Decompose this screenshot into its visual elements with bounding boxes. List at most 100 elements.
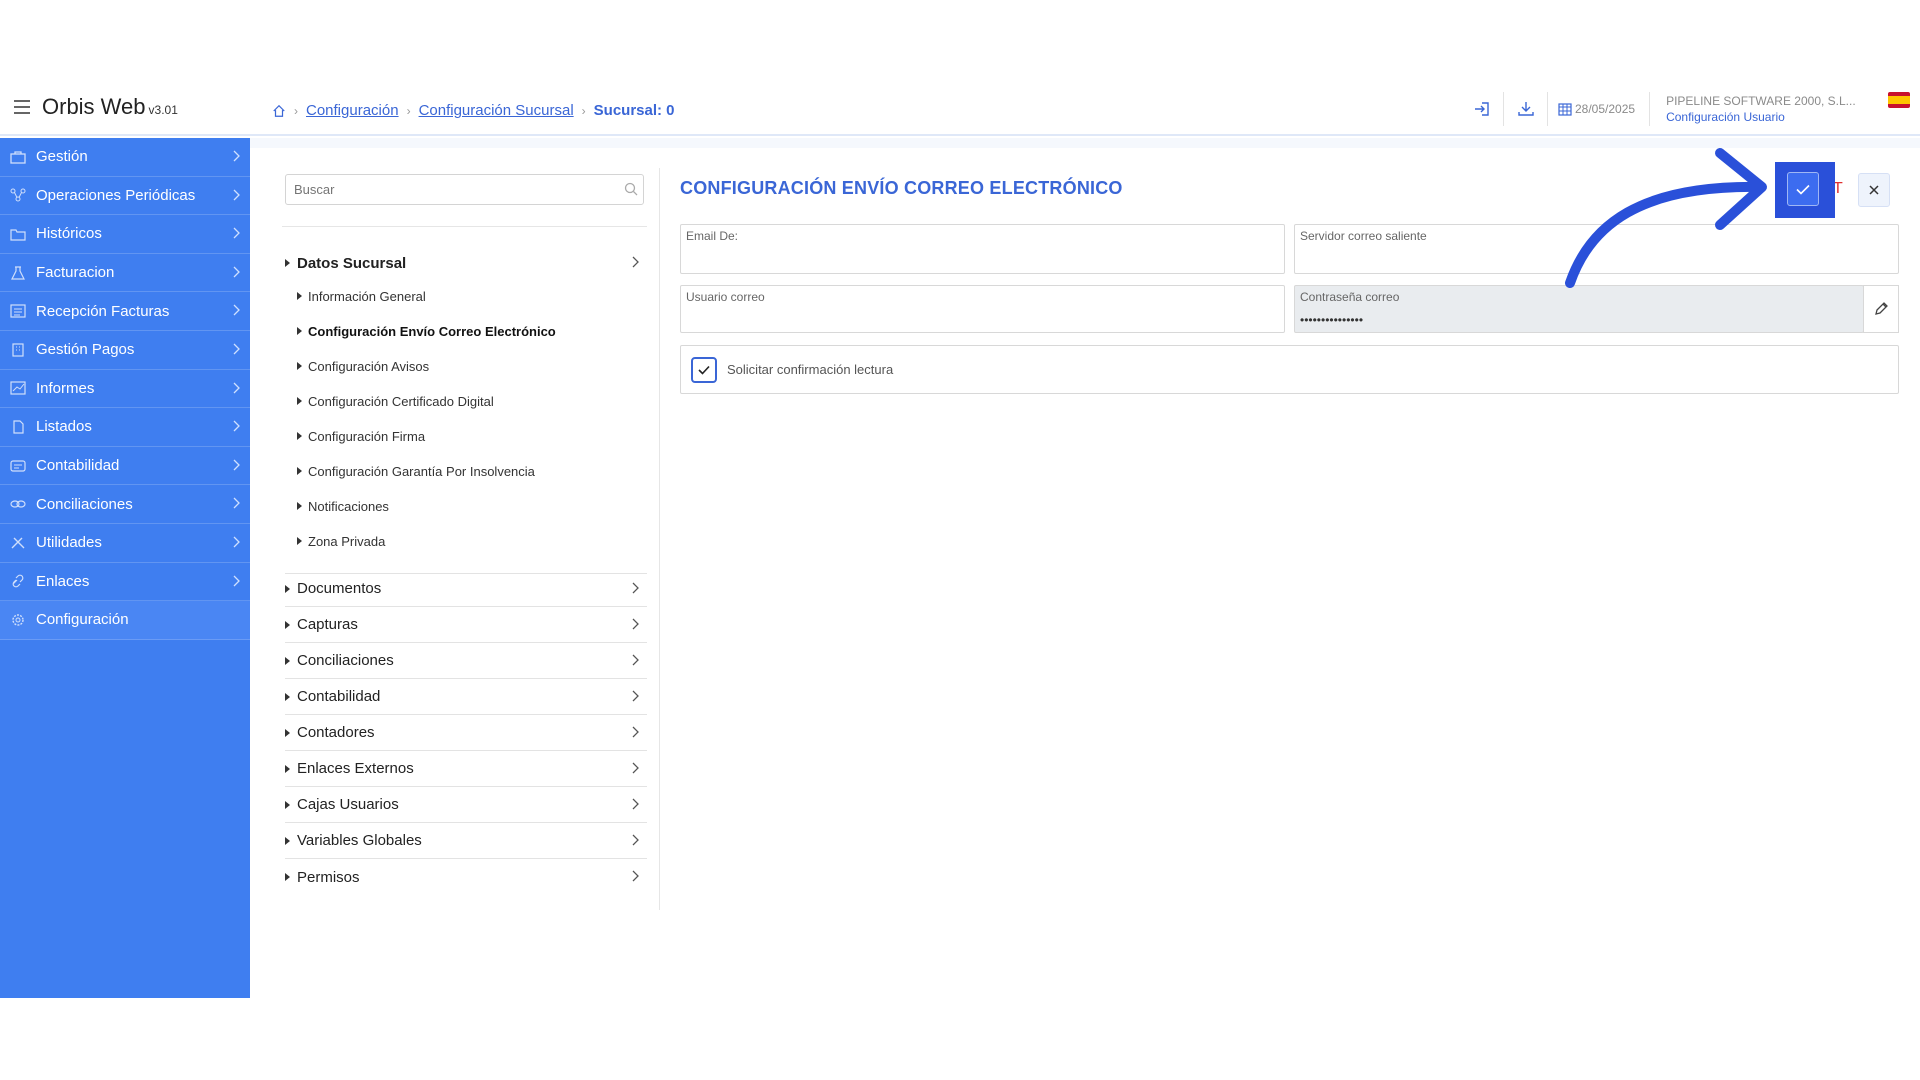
sidebar-item-label: Informes [36,379,95,397]
user-config-link[interactable]: Configuración Usuario [1666,109,1856,125]
tree-item-configuracion-garantia-insolvencia[interactable]: Configuración Garantía Por Insolvencia [297,461,535,481]
tree-section-contadores[interactable]: Contadores [285,715,647,751]
caret-right-icon [297,327,302,335]
tree-section-label: Permisos [297,868,360,886]
close-button[interactable] [1858,173,1890,207]
email-from-field[interactable]: Email De: [680,224,1285,274]
chevron-right-icon [233,343,240,355]
sidebar-item-recepcion-facturas[interactable]: Recepción Facturas [0,292,250,331]
tree-item-configuracion-certificado-digital[interactable]: Configuración Certificado Digital [297,391,494,411]
tree-item-label: Configuración Certificado Digital [308,393,494,409]
sidebar-item-listados[interactable]: Listados [0,408,250,447]
sidebar-item-conciliaciones[interactable]: Conciliaciones [0,485,250,524]
chevron-right-icon [632,618,639,630]
chart-icon [10,381,26,395]
caret-right-icon [285,656,290,665]
tree-section-datos-sucursal[interactable]: Datos Sucursal [285,245,647,281]
caret-right-icon [285,728,290,737]
sidebar-item-historicos[interactable]: Históricos [0,215,250,254]
chevron-right-icon [632,256,639,268]
tree-section-enlaces-externos[interactable]: Enlaces Externos [285,751,647,787]
breadcrumb-link-configuracion-sucursal[interactable]: Configuración Sucursal [419,102,574,119]
tree-section-conciliaciones[interactable]: Conciliaciones [285,643,647,679]
tree-section-capturas[interactable]: Capturas [285,607,647,643]
sidebar-item-enlaces[interactable]: Enlaces [0,563,250,602]
tree-section-label: Contadores [297,724,375,741]
sidebar-item-utilidades[interactable]: Utilidades [0,524,250,563]
chevron-right-icon [632,690,639,702]
spain-flag-icon[interactable] [1888,92,1910,108]
annotation-arrow-icon [1565,148,1767,288]
tree-item-label: Configuración Avisos [308,358,430,374]
check-icon [698,365,710,375]
tree-section-variables-globales[interactable]: Variables Globales [285,823,647,859]
sidebar-item-label: Recepción Facturas [36,302,170,320]
tree-section-permisos[interactable]: Permisos [285,859,647,895]
pencil-icon [1875,302,1888,315]
tree-section-label: Documentos [297,580,382,597]
close-icon [1869,185,1879,195]
tree-section-label: Contabilidad [297,688,381,705]
tree-item-label: Notificaciones [308,498,389,514]
mail-user-field[interactable]: Usuario correo [680,285,1285,333]
sidebar-item-contabilidad[interactable]: Contabilidad [0,447,250,486]
sidebar-item-gestion-pagos[interactable]: Gestión Pagos [0,331,250,370]
tree-item-configuracion-avisos[interactable]: Configuración Avisos [297,356,429,376]
save-button-highlight[interactable] [1775,162,1835,218]
tree-section-documentos[interactable]: Documentos [285,571,647,607]
chevron-right-icon [233,266,240,278]
download-button[interactable] [1504,92,1548,126]
tree-item-configuracion-envio-correo[interactable]: Configuración Envío Correo Electrónico [297,321,556,341]
tree-item-notificaciones[interactable]: Notificaciones [297,496,389,516]
app-version: v3.01 [148,103,178,117]
email-from-input[interactable] [686,254,1277,268]
chevron-right-icon: › [294,103,298,118]
download-icon [1517,102,1534,116]
company-name: PIPELINE SOFTWARE 2000, S.L... [1666,94,1856,108]
read-receipt-checkbox[interactable] [691,357,717,383]
tree-item-label: Zona Privada [308,533,386,549]
tree-section-cajas-usuarios[interactable]: Cajas Usuarios [285,787,647,823]
caret-right-icon [297,467,302,475]
sidebar-item-label: Configuración [36,611,129,629]
caret-right-icon [285,764,290,773]
search-icon[interactable] [624,182,638,196]
chevron-right-icon [233,497,240,509]
caret-right-icon [285,836,290,845]
tree-item-configuracion-firma[interactable]: Configuración Firma [297,426,425,446]
read-receipt-row: Solicitar confirmación lectura [680,345,1899,394]
sidebar-item-informes[interactable]: Informes [0,370,250,409]
tools-icon [11,537,25,549]
sidebar-item-label: Listados [36,418,92,436]
document-icon [13,420,24,434]
tree-section-label: Cajas Usuarios [297,796,399,813]
tree-section-contabilidad[interactable]: Contabilidad [285,679,647,715]
app-brand: Orbis Web v3.01 [42,94,178,120]
tree-item-label: Configuración Garantía Por Insolvencia [308,463,535,479]
mail-user-input[interactable] [686,313,1277,327]
sidebar-item-label: Históricos [36,225,102,243]
sidebar-item-facturacion[interactable]: Facturacion [0,254,250,293]
caret-right-icon [285,800,290,809]
hamburger-menu-icon[interactable] [14,100,30,114]
caret-right-icon [297,362,302,370]
tree-item-informacion-general[interactable]: Información General [297,286,426,306]
folder-icon [10,229,26,241]
chevron-right-icon [632,870,639,882]
edit-password-button[interactable] [1863,285,1899,333]
tree-item-zona-privada[interactable]: Zona Privada [297,531,385,551]
save-button[interactable] [1787,172,1819,206]
caret-right-icon [297,502,302,510]
login-button[interactable] [1460,92,1504,126]
sidebar-item-configuracion[interactable]: Configuración [0,601,250,640]
sidebar-item-gestion[interactable]: Gestión [0,138,250,177]
chevron-right-icon [632,726,639,738]
chevron-right-icon [233,459,240,471]
login-icon [1474,102,1489,116]
tree-search-input[interactable] [285,174,644,205]
breadcrumb-link-configuracion[interactable]: Configuración [306,102,399,119]
caret-right-icon [285,259,290,267]
home-icon[interactable] [272,104,286,118]
sidebar-item-operaciones-periodicas[interactable]: Operaciones Periódicas [0,177,250,216]
tree-item-label: Configuración Firma [308,428,426,444]
